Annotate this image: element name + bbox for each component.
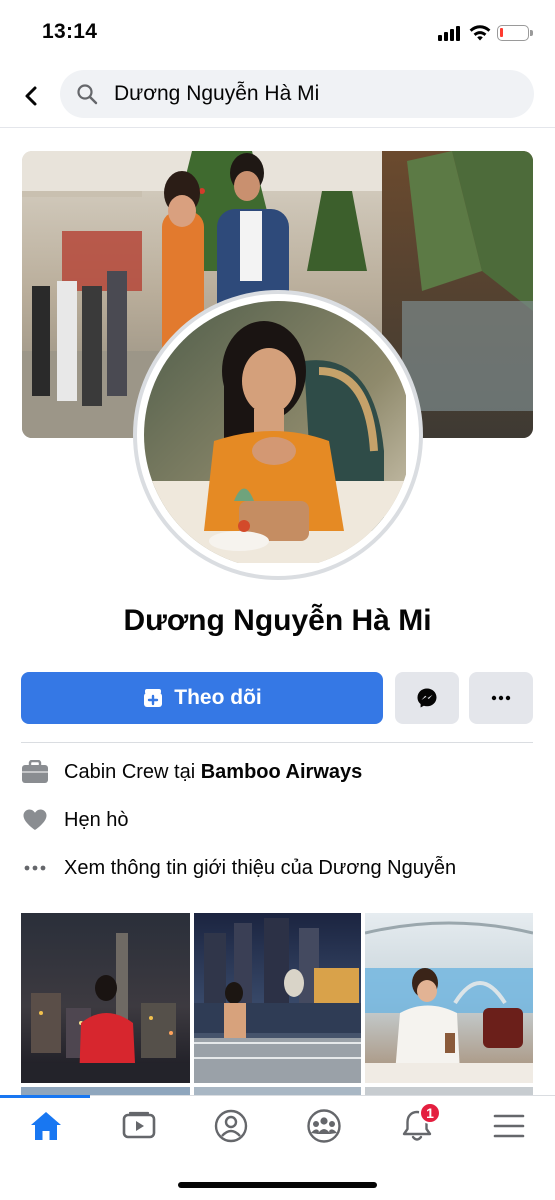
photo-thumbnail[interactable]: [365, 1087, 533, 1095]
more-icon: [491, 695, 511, 701]
more-dots-icon: [20, 853, 50, 883]
work-info-text: Cabin Crew tại Bamboo Airways: [64, 760, 363, 783]
profile-avatar[interactable]: [133, 290, 423, 580]
active-tab-indicator: [0, 1095, 90, 1098]
section-divider: [21, 742, 533, 743]
marina-bay-photo: [194, 913, 361, 1083]
search-icon: [77, 84, 98, 105]
briefcase-icon: [20, 757, 50, 787]
tab-notifications[interactable]: 1: [387, 1102, 447, 1148]
home-icon: [31, 1112, 61, 1140]
relationship-info-row: Hẹn hò: [20, 803, 540, 837]
photo-thumbnail[interactable]: [21, 913, 190, 1083]
tab-groups[interactable]: [294, 1104, 354, 1148]
photo-thumbnail[interactable]: [365, 913, 533, 1083]
top-nav-bar: Dương Nguyễn Hà Mi: [0, 62, 555, 128]
follow-button[interactable]: Theo dõi: [21, 672, 383, 724]
photo-thumbnail[interactable]: [194, 913, 361, 1083]
home-indicator: [178, 1182, 377, 1188]
watch-icon: [122, 1111, 156, 1139]
back-button[interactable]: [14, 78, 50, 114]
status-time: 13:14: [42, 20, 98, 43]
relationship-text: Hẹn hò: [64, 808, 129, 831]
more-options-button[interactable]: [469, 672, 533, 724]
night-city-photo: [21, 913, 190, 1083]
messenger-button[interactable]: [395, 672, 459, 724]
tab-profile[interactable]: [201, 1104, 261, 1148]
groups-icon: [307, 1109, 341, 1143]
follow-icon: [144, 689, 163, 707]
see-about-row[interactable]: Xem thông tin giới thiệu của Dương Nguyễ…: [20, 851, 540, 885]
avatar-image: [144, 301, 412, 569]
messenger-icon: [417, 688, 437, 708]
chevron-left-icon: [25, 86, 37, 106]
mall-cafe-photo: [365, 913, 533, 1083]
heart-icon: [20, 805, 50, 835]
profile-icon: [214, 1109, 248, 1143]
wifi-icon: [469, 25, 491, 41]
search-input[interactable]: Dương Nguyễn Hà Mi: [60, 70, 534, 118]
cellular-signal-icon: [438, 25, 462, 41]
photo-thumbnail[interactable]: [194, 1087, 361, 1095]
status-bar: 13:14: [0, 0, 555, 62]
notifications-badge: 1: [419, 1102, 441, 1124]
menu-icon: [493, 1114, 525, 1138]
see-about-text: Xem thông tin giới thiệu của Dương Nguyễ…: [64, 856, 457, 879]
workplace-link[interactable]: Bamboo Airways: [201, 761, 363, 783]
tab-home[interactable]: [16, 1104, 76, 1148]
search-query: Dương Nguyễn Hà Mi: [114, 82, 320, 105]
bottom-tab-bar: 1: [0, 1095, 555, 1200]
profile-name: Dương Nguyễn Hà Mi: [123, 604, 432, 637]
tab-menu[interactable]: [479, 1104, 539, 1148]
work-info-row: Cabin Crew tại Bamboo Airways: [20, 755, 540, 789]
photo-thumbnail[interactable]: [21, 1087, 190, 1095]
battery-icon: [497, 25, 533, 41]
follow-button-label: Theo dõi: [174, 686, 262, 709]
tab-watch[interactable]: [109, 1104, 169, 1148]
